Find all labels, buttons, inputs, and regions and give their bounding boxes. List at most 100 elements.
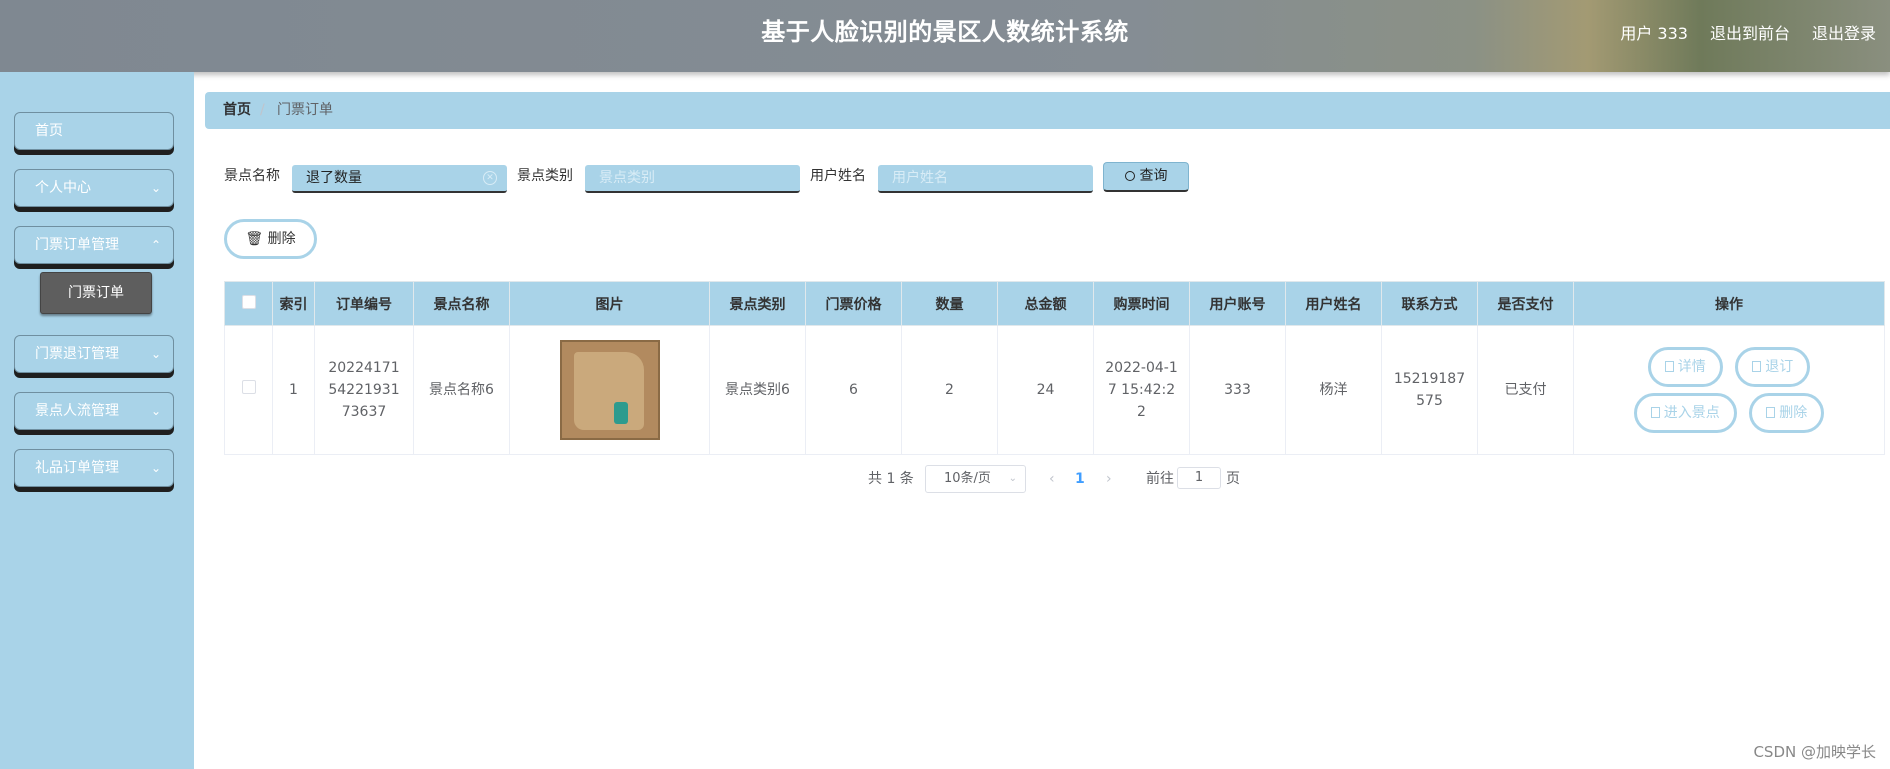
sidebar-item-label: 礼品订单管理: [35, 460, 119, 476]
col-phone: 联系方式: [1381, 281, 1478, 326]
col-quantity: 数量: [901, 281, 998, 326]
user-name-label: 用户姓名: [810, 168, 866, 184]
col-spot-name: 景点名称: [413, 281, 510, 326]
col-price: 门票价格: [805, 281, 902, 326]
logout-link[interactable]: 退出登录: [1812, 20, 1876, 44]
breadcrumb-separator: /: [260, 102, 265, 118]
detail-button[interactable]: 详情: [1647, 347, 1723, 387]
col-user-name: 用户姓名: [1285, 281, 1382, 326]
cell-index: 1: [272, 325, 315, 455]
spot-name-input[interactable]: 退了数量 ✕: [292, 165, 507, 193]
cell-purchase-time: 2022-04-17 15:42:22: [1093, 325, 1190, 455]
cell-spot-name: 景点名称6: [413, 325, 510, 455]
chevron-down-icon: ⌄: [150, 347, 161, 361]
cell-paid: 已支付: [1477, 325, 1574, 455]
col-total: 总金额: [997, 281, 1094, 326]
sidebar-subitem-ticket-order[interactable]: 门票订单: [40, 272, 152, 314]
cell-actions: 详情 退订 进入景点 删除: [1573, 325, 1885, 455]
col-spot-type: 景点类别: [709, 281, 806, 326]
page-size-select[interactable]: 10条/页 ⌄: [925, 465, 1026, 493]
goto-label: 前往: [1146, 471, 1174, 487]
page-suffix: 页: [1226, 471, 1240, 487]
sidebar-item-label: 首页: [35, 123, 63, 139]
detail-label: 详情: [1677, 359, 1706, 375]
map-shape: [573, 352, 644, 430]
chevron-down-icon: ⌄: [150, 404, 161, 418]
batch-delete-button[interactable]: 🗑 删除: [224, 219, 317, 259]
row-delete-button[interactable]: 删除: [1749, 393, 1825, 433]
table-header-row: 索引 订单编号 景点名称 图片 景点类别 门票价格 数量 总金额 购票时间 用户…: [224, 281, 1885, 326]
watermark: CSDN @加映学长: [1753, 743, 1876, 761]
cell-image: [509, 325, 710, 455]
cell-account: 333: [1189, 325, 1286, 455]
sidebar-item-label: 门票退订管理: [35, 346, 119, 362]
row-select-cell: [224, 325, 273, 455]
sidebar-item-ticket-orders[interactable]: 门票订单管理 ⌃: [14, 226, 174, 264]
spot-type-placeholder: 景点类别: [599, 170, 655, 186]
select-all-cell: [224, 281, 273, 326]
col-actions: 操作: [1573, 281, 1885, 326]
spot-image[interactable]: [559, 340, 660, 440]
pagination-total: 共 1 条: [868, 471, 914, 487]
sidebar-item-ticket-refunds[interactable]: 门票退订管理 ⌄: [14, 335, 174, 373]
sidebar-item-label: 个人中心: [35, 180, 91, 196]
spot-name-value: 退了数量: [306, 170, 362, 186]
refund-button[interactable]: 退订: [1735, 347, 1811, 387]
top-header: 基于人脸识别的景区人数统计系统 用户 333 退出到前台 退出登录: [0, 0, 1890, 72]
spot-type-label: 景点类别: [517, 168, 573, 184]
sidebar-item-home[interactable]: 首页: [14, 112, 174, 150]
col-image: 图片: [509, 281, 710, 326]
goto-page-input[interactable]: 1: [1177, 467, 1221, 489]
document-icon: [1650, 407, 1660, 418]
select-all-checkbox[interactable]: [241, 294, 256, 309]
document-icon: [1752, 361, 1762, 372]
query-button[interactable]: 查询: [1103, 162, 1189, 192]
sidebar-item-label: 景点人流管理: [35, 403, 119, 419]
chevron-down-icon: ⌄: [150, 181, 161, 195]
spot-type-input[interactable]: 景点类别: [585, 165, 800, 193]
orders-table: 索引 订单编号 景点名称 图片 景点类别 门票价格 数量 总金额 购票时间 用户…: [224, 281, 1885, 455]
cell-phone: 15219187575: [1381, 325, 1478, 455]
current-user: 用户 333: [1620, 24, 1688, 43]
sidebar: 首页 个人中心 ⌄ 门票订单管理 ⌃ 门票订单 门票退订管理 ⌄ 景点人流管理 ⌄ 礼品…: [0, 72, 194, 769]
sidebar-item-personal-center[interactable]: 个人中心 ⌄: [14, 169, 174, 207]
enter-spot-button[interactable]: 进入景点: [1633, 393, 1737, 433]
cell-quantity: 2: [901, 325, 998, 455]
trash-icon: 🗑: [245, 231, 264, 247]
cell-user-name: 杨洋: [1285, 325, 1382, 455]
sidebar-item-visitor-flow[interactable]: 景点人流管理 ⌄: [14, 392, 174, 430]
batch-delete-label: 删除: [267, 231, 296, 247]
map-highlight: [613, 402, 628, 424]
cell-total: 24: [997, 325, 1094, 455]
prev-page-icon[interactable]: ‹: [1049, 466, 1055, 492]
sidebar-item-gift-orders[interactable]: 礼品订单管理 ⌄: [14, 449, 174, 487]
page-size-value: 10条/页: [944, 471, 991, 486]
cell-price: 6: [805, 325, 902, 455]
col-order-no: 订单编号: [314, 281, 414, 326]
query-button-label: 查询: [1139, 168, 1168, 184]
user-nav: 用户 333 退出到前台 退出登录: [1620, 0, 1876, 64]
cell-order-no: 202241715422193173637: [314, 325, 414, 455]
exit-to-front-link[interactable]: 退出到前台: [1710, 20, 1790, 44]
col-account: 用户账号: [1189, 281, 1286, 326]
user-name-input[interactable]: 用户姓名: [878, 165, 1093, 193]
next-page-icon[interactable]: ›: [1106, 466, 1112, 492]
col-index: 索引: [272, 281, 315, 326]
search-icon: [1124, 171, 1135, 181]
app-title: 基于人脸识别的景区人数统计系统: [761, 18, 1129, 46]
row-checkbox[interactable]: [241, 380, 256, 394]
table-row: 1 202241715422193173637 景点名称6 景点类别6 6 2 …: [224, 325, 1885, 455]
chevron-down-icon: ⌄: [1008, 473, 1017, 484]
breadcrumb: 首页 / 门票订单: [205, 92, 1890, 129]
sidebar-item-label: 门票订单管理: [35, 237, 119, 253]
trash-icon: [1766, 407, 1776, 418]
breadcrumb-home[interactable]: 首页: [223, 92, 251, 129]
clear-icon[interactable]: ✕: [483, 171, 497, 185]
cell-spot-type: 景点类别6: [709, 325, 806, 455]
col-purchase-time: 购票时间: [1093, 281, 1190, 326]
row-delete-label: 删除: [1779, 405, 1808, 421]
refund-label: 退订: [1765, 359, 1794, 375]
spot-name-label: 景点名称: [224, 168, 280, 184]
page-number-current[interactable]: 1: [1075, 466, 1085, 492]
enter-spot-label: 进入景点: [1663, 405, 1720, 421]
